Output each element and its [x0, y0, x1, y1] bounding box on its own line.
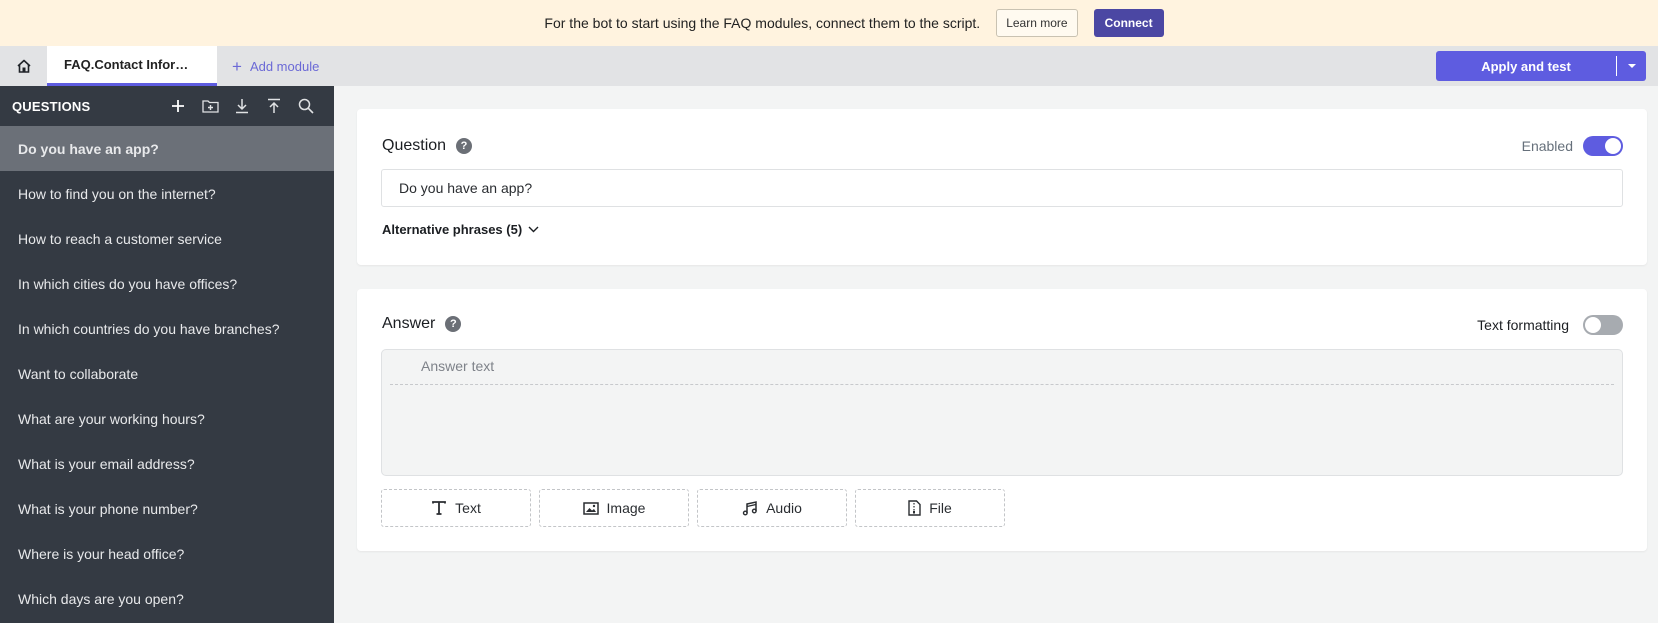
download-icon	[236, 99, 248, 114]
question-label: Want to collaborate	[18, 365, 139, 382]
caret-down-icon	[1627, 64, 1636, 68]
add-text-button[interactable]: Text	[381, 489, 531, 527]
add-folder-button[interactable]	[194, 90, 226, 122]
home-icon	[16, 59, 31, 73]
audio-icon	[742, 501, 757, 516]
question-label: What is your email address?	[18, 455, 195, 472]
module-tabbar: FAQ.Contact Infor… + Add module Apply an…	[0, 46, 1658, 86]
question-item[interactable]: Which days are you open?	[0, 576, 334, 621]
connect-button[interactable]: Connect	[1093, 9, 1164, 37]
plus-icon: +	[232, 56, 242, 76]
text-formatting-toggle-group: Text formatting	[1477, 315, 1623, 335]
sidebar-title: QUESTIONS	[12, 98, 91, 114]
apply-dropdown-toggle[interactable]	[1617, 63, 1646, 69]
toggle-knob	[1585, 317, 1601, 333]
plus-icon	[172, 100, 184, 112]
question-item[interactable]: How to find you on the internet?	[0, 171, 334, 216]
question-label: Do you have an app?	[18, 140, 159, 157]
text-formatting-toggle[interactable]	[1583, 315, 1623, 335]
question-item[interactable]: How to reach a customer service	[0, 216, 334, 261]
text-icon	[432, 501, 447, 515]
upload-button[interactable]	[258, 90, 290, 122]
question-item[interactable]: What are your working hours?	[0, 396, 334, 441]
question-label: In which countries do you have branches?	[18, 320, 280, 337]
answer-title: Answer	[382, 315, 436, 332]
add-module-label: Add module	[249, 58, 320, 74]
answer-heading: Answer ?	[382, 315, 462, 333]
enabled-toggle[interactable]	[1583, 136, 1623, 156]
answer-divider	[390, 384, 1614, 385]
question-item[interactable]: In which cities do you have offices?	[0, 261, 334, 306]
add-audio-button[interactable]: Audio	[697, 489, 847, 527]
alternative-phrases-toggle[interactable]: Alternative phrases (5)	[382, 222, 539, 237]
question-card: Question ? Enabled Do you have an app? A…	[357, 109, 1647, 265]
search-button[interactable]	[290, 90, 322, 122]
answer-type-buttons: Text Image Audio File	[381, 489, 1013, 527]
enabled-toggle-group: Enabled	[1522, 136, 1623, 156]
question-item[interactable]: Where is your head office?	[0, 531, 334, 576]
add-question-button[interactable]	[162, 90, 194, 122]
answer-placeholder: Answer text	[421, 358, 495, 374]
upload-icon	[268, 98, 280, 113]
question-item[interactable]: What is your phone number?	[0, 486, 334, 531]
add-module-button[interactable]: + Add module	[232, 46, 319, 86]
question-title: Question	[382, 137, 447, 154]
answer-text-area[interactable]: Answer text	[381, 349, 1623, 476]
question-heading: Question ?	[382, 137, 473, 155]
enabled-label: Enabled	[1521, 138, 1573, 154]
sidebar-header: QUESTIONS	[0, 86, 334, 126]
image-icon	[582, 501, 599, 515]
question-label: How to reach a customer service	[18, 230, 222, 247]
question-label: What are your working hours?	[18, 410, 205, 427]
question-label: Which days are you open?	[18, 590, 184, 607]
alternative-phrases-label: Alternative phrases (5)	[382, 222, 523, 237]
text-formatting-label: Text formatting	[1477, 317, 1569, 333]
question-item[interactable]: What is your email address?	[0, 441, 334, 486]
banner-message: For the bot to start using the FAQ modul…	[544, 15, 981, 31]
question-item[interactable]: Do you have an app?	[0, 126, 334, 171]
search-icon	[298, 98, 314, 114]
help-icon[interactable]: ?	[456, 138, 473, 154]
question-item[interactable]: Want to collaborate	[0, 351, 334, 396]
question-label: How to find you on the internet?	[18, 185, 216, 202]
add-audio-label: Audio	[766, 500, 802, 516]
help-icon[interactable]: ?	[445, 316, 462, 332]
question-label: In which cities do you have offices?	[18, 275, 238, 292]
add-text-label: Text	[455, 500, 481, 516]
question-input[interactable]: Do you have an app?	[381, 169, 1623, 207]
add-file-button[interactable]: File	[855, 489, 1005, 527]
apply-label: Apply and test	[1481, 58, 1571, 74]
connect-banner: For the bot to start using the FAQ modul…	[0, 0, 1658, 46]
question-label: Where is your head office?	[18, 545, 185, 562]
chevron-down-icon	[528, 226, 539, 233]
question-label: What is your phone number?	[18, 500, 198, 517]
folder-add-icon	[201, 100, 219, 113]
add-image-label: Image	[606, 500, 646, 516]
answer-card: Answer ? Text formatting Answer text Tex…	[357, 289, 1647, 551]
add-image-button[interactable]: Image	[539, 489, 689, 527]
apply-and-test-button[interactable]: Apply and test	[1436, 51, 1646, 81]
tab-faq-contact-information[interactable]: FAQ.Contact Infor…	[47, 46, 217, 86]
learn-more-button[interactable]: Learn more	[996, 9, 1078, 37]
tab-label: FAQ.Contact Infor…	[64, 57, 189, 72]
add-file-label: File	[929, 500, 952, 516]
file-icon	[908, 500, 921, 516]
home-tab[interactable]	[0, 46, 47, 86]
download-button[interactable]	[226, 90, 258, 122]
question-item[interactable]: In which countries do you have branches?	[0, 306, 334, 351]
question-input-value: Do you have an app?	[399, 180, 533, 196]
question-list: Do you have an app? How to find you on t…	[0, 126, 334, 621]
questions-sidebar: QUESTIONS Do you have an app? How to fin…	[0, 86, 334, 623]
toggle-knob	[1605, 138, 1621, 154]
